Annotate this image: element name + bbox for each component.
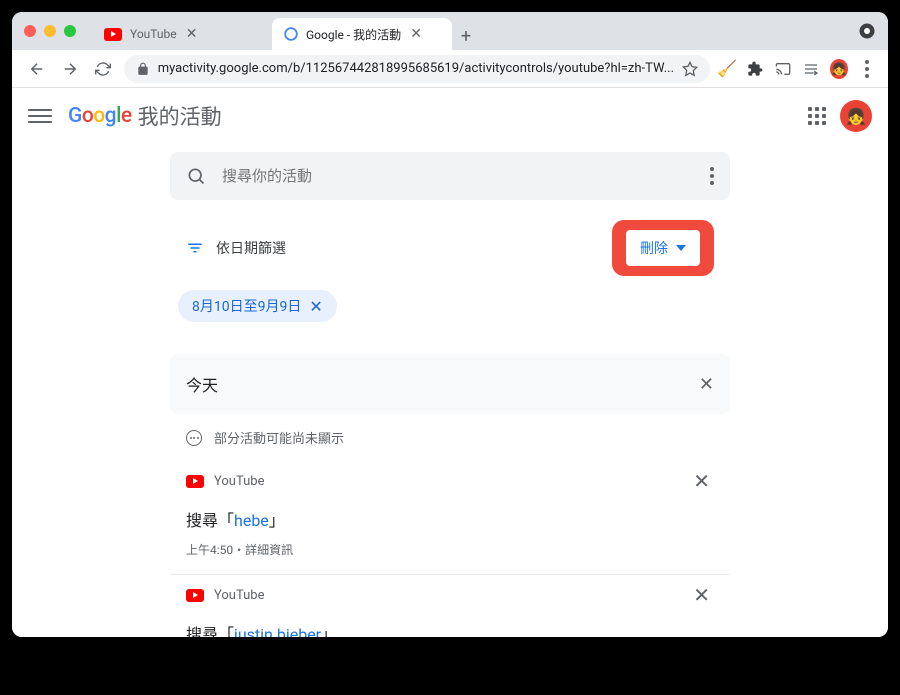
item-query-link[interactable]: hebe [234,511,269,530]
new-tab-button[interactable]: + [452,22,480,50]
filter-row: 依日期篩選 刪除 [170,220,730,276]
minimize-window-button[interactable] [44,25,56,37]
tab-close-button[interactable]: ✕ [409,27,423,41]
item-title: 搜尋「justin bieber」 [186,621,714,637]
section-delete-button[interactable]: ✕ [699,374,714,395]
item-query-link[interactable]: justin bieber [234,625,321,637]
delete-label: 刪除 [640,238,668,258]
filter-icon [186,239,204,257]
item-title: 搜尋「hebe」 [186,507,714,531]
chip-remove-icon[interactable]: ✕ [309,297,322,316]
tab-youtube[interactable]: YouTube ✕ [92,18,272,50]
notice-text: 部分活動可能尚未顯示 [214,428,344,447]
chip-label: 8月10日至9月9日 [192,296,301,316]
browser-menu-button[interactable] [858,60,876,78]
traffic-lights [24,25,76,37]
extension-icons: 🧹 👧 [718,60,876,78]
url-field[interactable]: myactivity.google.com/b/1125674428189956… [124,55,710,83]
menu-button[interactable] [28,104,52,128]
search-menu-button[interactable] [710,167,714,185]
section-today: 今天 ✕ [170,354,730,414]
filter-by-date-button[interactable]: 依日期篩選 [186,238,286,258]
google-g-icon [284,27,298,41]
tab-strip: YouTube ✕ Google - 我的活動 ✕ + [92,12,480,50]
activity-item: YouTube ✕ 搜尋「justin bieber」 [170,575,730,637]
cast-icon[interactable] [774,60,792,78]
tab-label: YouTube [130,27,177,41]
item-details-link[interactable]: 詳細資訊 [245,543,293,557]
address-bar: myactivity.google.com/b/1125674428189956… [12,50,888,88]
extension-icon-1[interactable]: 🧹 [718,60,736,78]
chevron-down-icon [676,245,686,251]
profile-icon[interactable]: 👧 [830,60,848,78]
main-area: 依日期篩選 刪除 8月10日至9月9日 ✕ [150,144,750,637]
page-title: 我的活動 [138,101,222,131]
item-delete-button[interactable]: ✕ [689,465,714,497]
page-content: Google 我的活動 👧 [12,88,888,637]
star-icon[interactable] [682,61,698,77]
youtube-icon [186,475,204,488]
reload-button[interactable] [90,55,115,83]
logo[interactable]: Google 我的活動 [68,101,222,131]
back-button[interactable] [24,55,49,83]
youtube-icon [186,589,204,602]
lock-icon [136,62,150,76]
google-logo: Google [68,104,132,128]
info-icon [186,430,202,446]
filter-label: 依日期篩選 [216,238,286,258]
search-icon [186,166,206,186]
tab-google-activity[interactable]: Google - 我的活動 ✕ [272,18,452,50]
item-source[interactable]: YouTube [214,474,679,489]
item-meta: 上午4:50・詳細資訊 [186,541,714,558]
item-delete-button[interactable]: ✕ [689,579,714,611]
search-input[interactable] [222,167,694,185]
delete-highlight-box: 刪除 [612,220,714,276]
music-icon[interactable] [802,60,820,78]
date-filter-chip[interactable]: 8月10日至9月9日 ✕ [178,290,337,322]
section-label: 今天 [186,372,218,396]
notice: 部分活動可能尚未顯示 [170,414,730,461]
url-text: myactivity.google.com/b/1125674428189956… [158,61,674,76]
close-window-button[interactable] [24,25,36,37]
maximize-window-button[interactable] [64,25,76,37]
item-source[interactable]: YouTube [214,588,679,603]
delete-button[interactable]: 刪除 [626,230,700,266]
youtube-icon [104,28,122,41]
search-bar [170,152,730,200]
app-header: Google 我的活動 👧 [12,88,888,144]
forward-button[interactable] [57,55,82,83]
account-avatar[interactable]: 👧 [840,100,872,132]
account-indicator[interactable] [858,22,876,40]
activity-item: YouTube ✕ 搜尋「hebe」 上午4:50・詳細資訊 [170,461,730,575]
extensions-puzzle-icon[interactable] [746,60,764,78]
tab-label: Google - 我的活動 [306,26,401,43]
titlebar: YouTube ✕ Google - 我的活動 ✕ + [12,12,888,50]
tab-close-button[interactable]: ✕ [185,27,199,41]
browser-window: YouTube ✕ Google - 我的活動 ✕ + myactivity.g… [12,12,888,637]
apps-button[interactable] [808,107,826,125]
